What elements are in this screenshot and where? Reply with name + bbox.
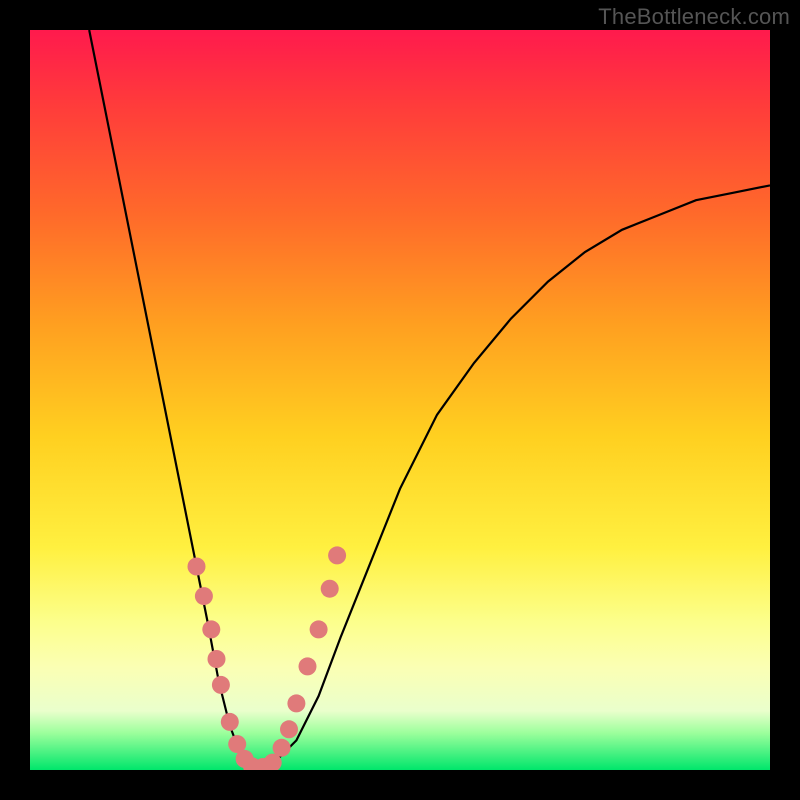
bottleneck-curve — [89, 30, 770, 770]
dot — [195, 587, 213, 605]
dot — [299, 657, 317, 675]
dot — [208, 650, 226, 668]
dot — [188, 558, 206, 576]
highlight-dots — [188, 546, 347, 770]
watermark-text: TheBottleneck.com — [598, 4, 790, 30]
dot — [221, 713, 239, 731]
dot — [328, 546, 346, 564]
dot — [273, 739, 291, 757]
dot — [212, 676, 230, 694]
dot — [280, 720, 298, 738]
dot — [310, 620, 328, 638]
dot — [321, 580, 339, 598]
dot — [287, 694, 305, 712]
outer-frame: TheBottleneck.com — [0, 0, 800, 800]
dot — [202, 620, 220, 638]
chart-svg — [30, 30, 770, 770]
